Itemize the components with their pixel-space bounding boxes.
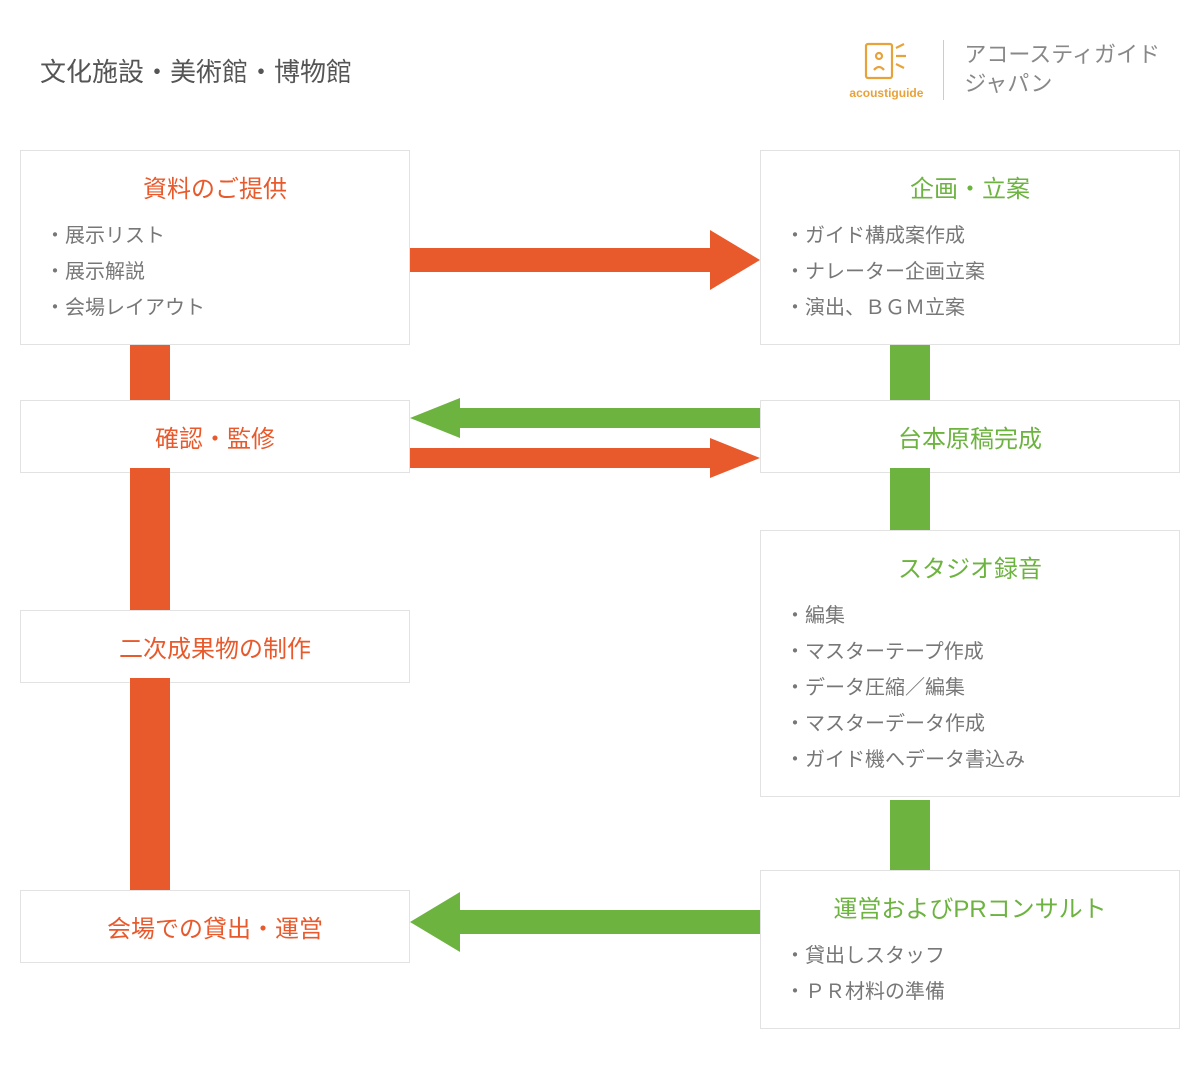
header-left-title: 文化施設・美術館・博物館 — [40, 52, 352, 89]
box-script: 台本原稿完成 — [760, 400, 1180, 473]
box-review: 確認・監修 — [20, 400, 410, 473]
box-materials-list: 展示リスト 展示解説 会場レイアウト — [45, 218, 385, 326]
box-operation-title: 運営およびPRコンサルト — [785, 889, 1155, 924]
vbar-left-1 — [130, 345, 170, 400]
logo-label: acoustiguide — [849, 86, 923, 100]
box-review-title: 確認・監修 — [45, 419, 385, 454]
arrow-left-2 — [410, 398, 760, 438]
box-onsite-title: 会場での貸出・運営 — [45, 909, 385, 944]
box-onsite: 会場での貸出・運営 — [20, 890, 410, 963]
box-recording-list: 編集 マスターテープ作成 データ圧縮／編集 マスターデータ作成 ガイド機へデータ… — [785, 598, 1155, 778]
logo-icon: acoustiguide — [849, 40, 923, 100]
vbar-right-1 — [890, 345, 930, 400]
box-recording: スタジオ録音 編集 マスターテープ作成 データ圧縮／編集 マスターデータ作成 ガ… — [760, 530, 1180, 797]
box-operation: 運営およびPRコンサルト 貸出しスタッフ ＰＲ材料の準備 — [760, 870, 1180, 1029]
arrow-right-1 — [410, 230, 760, 290]
box-materials: 資料のご提供 展示リスト 展示解説 会場レイアウト — [20, 150, 410, 345]
header-divider — [943, 40, 944, 100]
box-planning: 企画・立案 ガイド構成案作成 ナレーター企画立案 演出、ＢＧＭ立案 — [760, 150, 1180, 345]
box-secondary: 二次成果物の制作 — [20, 610, 410, 683]
box-planning-title: 企画・立案 — [785, 169, 1155, 204]
header-right: acoustiguide アコースティガイド ジャパン — [849, 40, 1160, 100]
vbar-left-3 — [130, 678, 170, 890]
box-script-title: 台本原稿完成 — [785, 419, 1155, 454]
vbar-left-2 — [130, 468, 170, 610]
vbar-right-3 — [890, 800, 930, 870]
vbar-right-2 — [890, 468, 930, 530]
box-recording-title: スタジオ録音 — [785, 549, 1155, 584]
header: 文化施設・美術館・博物館 acoustiguide アコースティガイド ジャパン — [0, 0, 1200, 120]
box-materials-title: 資料のご提供 — [45, 169, 385, 204]
company-name: アコースティガイド ジャパン — [964, 41, 1160, 98]
box-operation-list: 貸出しスタッフ ＰＲ材料の準備 — [785, 938, 1155, 1010]
arrow-left-4 — [410, 892, 760, 952]
box-secondary-title: 二次成果物の制作 — [45, 629, 385, 664]
arrow-right-2 — [410, 438, 760, 478]
box-planning-list: ガイド構成案作成 ナレーター企画立案 演出、ＢＧＭ立案 — [785, 218, 1155, 326]
